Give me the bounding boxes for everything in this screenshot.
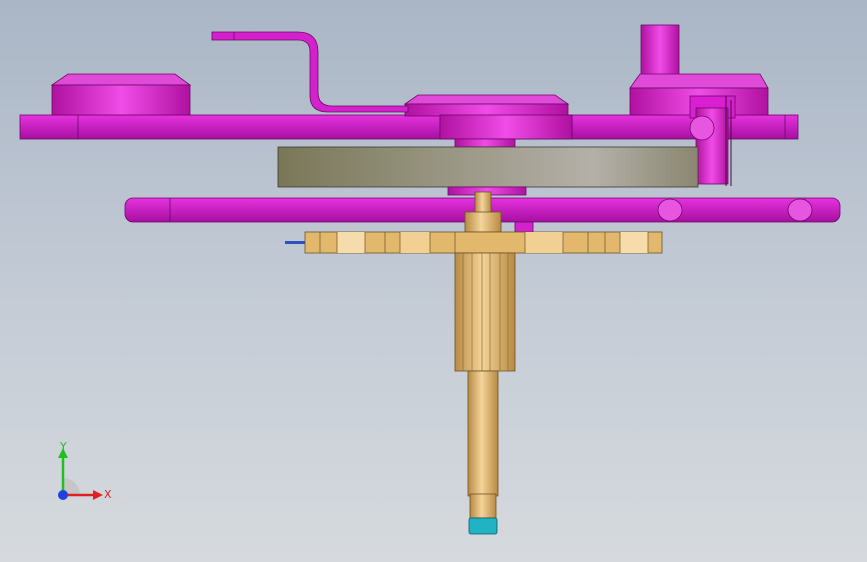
pin-collar: [464, 211, 502, 233]
z-axis-dot: [58, 490, 68, 500]
assembly-model[interactable]: [0, 0, 867, 562]
arbor-step: [469, 493, 497, 519]
pinion: [454, 252, 516, 372]
left-boss: [50, 73, 192, 116]
cad-viewport[interactable]: Y X: [0, 0, 867, 562]
bent-lever: [211, 31, 409, 113]
arbor-shaft: [467, 370, 499, 497]
gear-wheel: [285, 231, 663, 254]
cyan-tip: [468, 517, 498, 535]
x-axis-label: X: [104, 488, 112, 501]
coordinate-triad: Y X: [58, 440, 112, 501]
y-axis-label: Y: [59, 440, 67, 453]
balance-disc: [277, 146, 699, 188]
top-pin: [474, 191, 492, 215]
top-plate: [19, 114, 799, 140]
small-block: [514, 221, 534, 233]
upper-hub: [454, 138, 516, 148]
wire-pin: [285, 241, 305, 244]
